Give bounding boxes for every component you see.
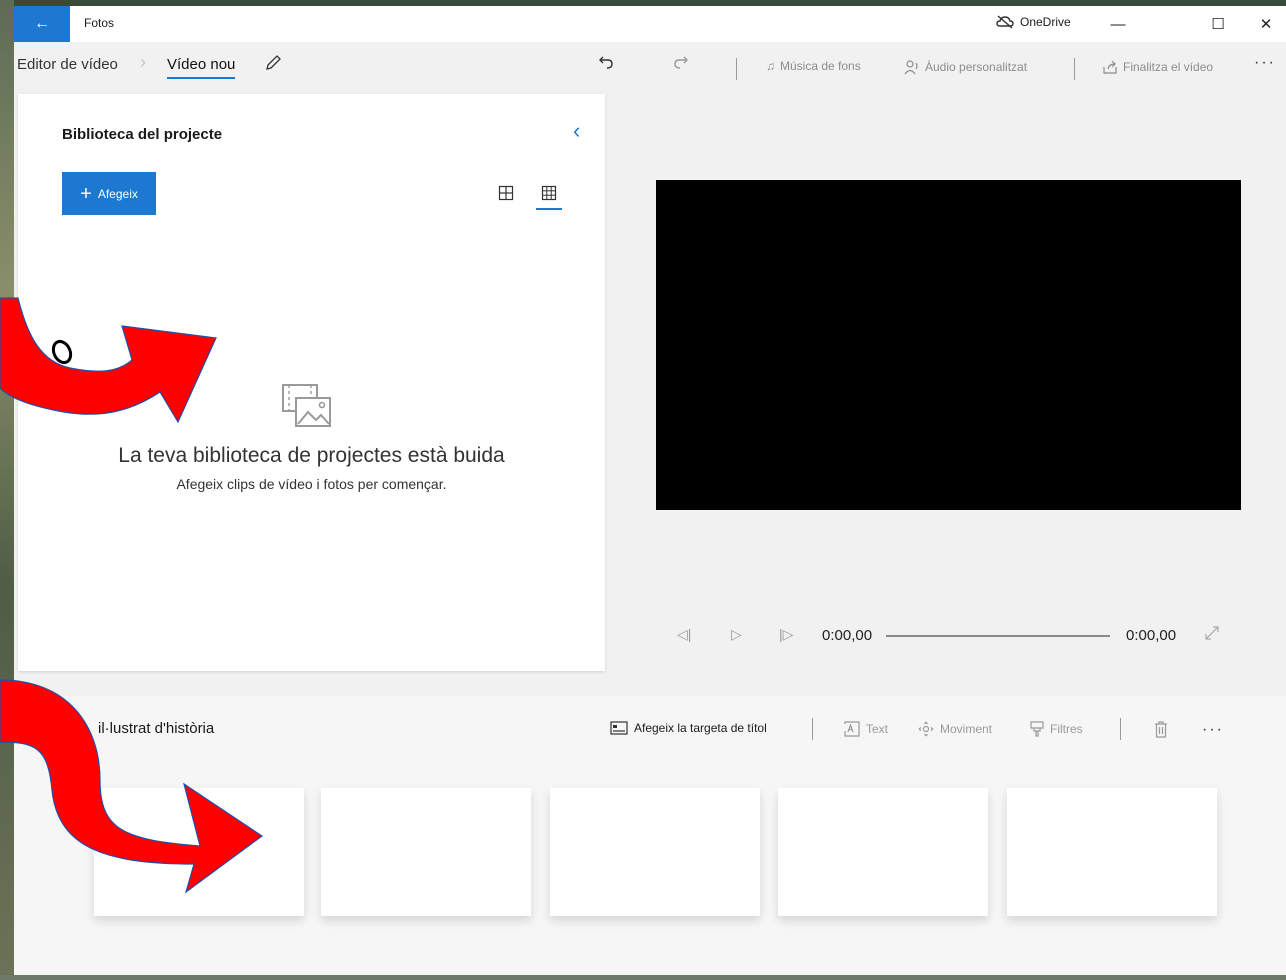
annotation-arrows [0,297,264,894]
red-arrow-top [0,297,217,424]
red-arrow-bottom [0,679,264,894]
